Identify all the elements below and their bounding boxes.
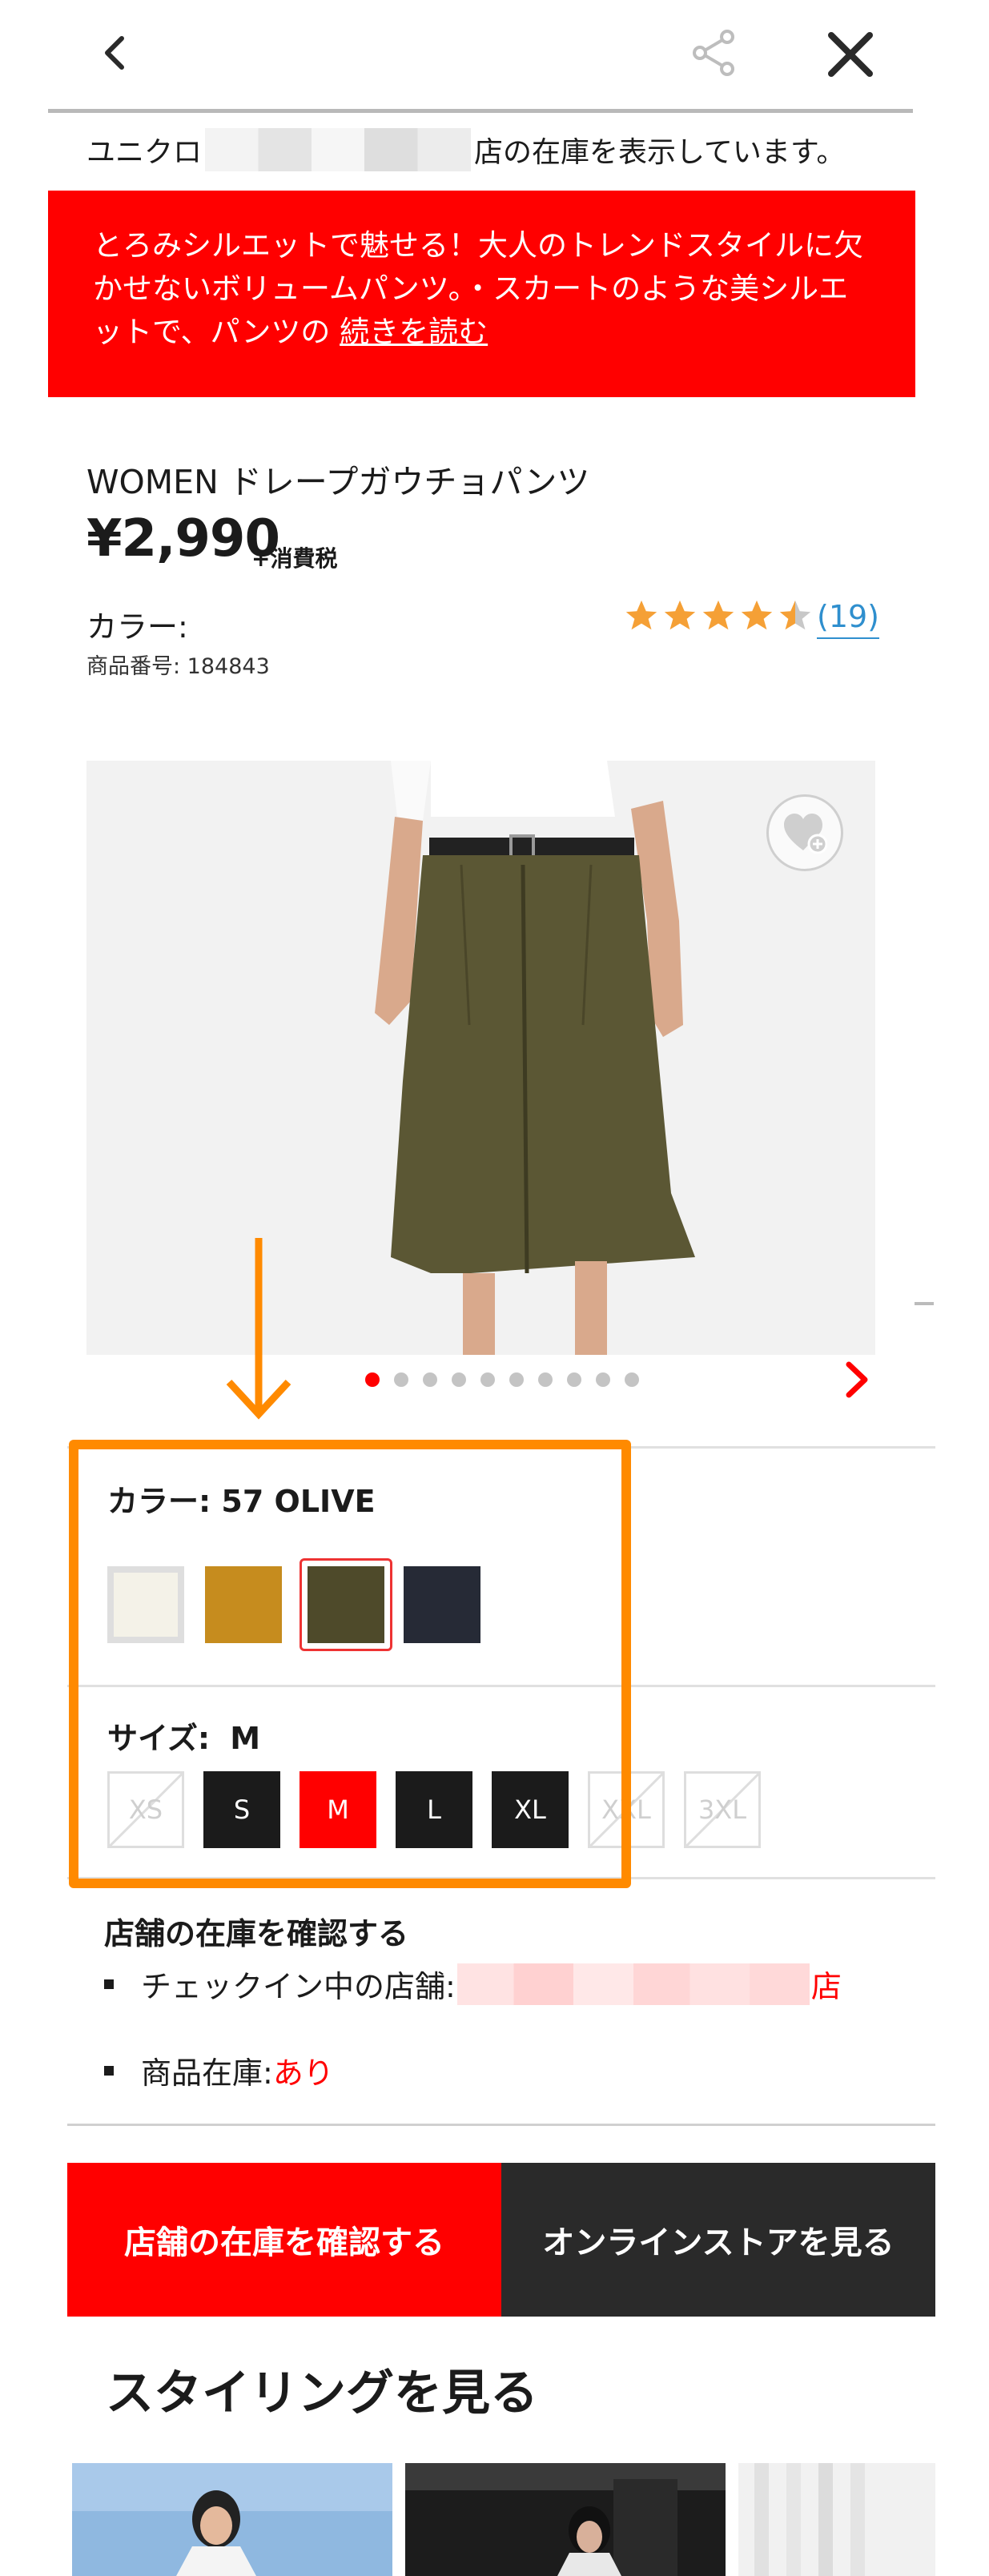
carousel-dots: [365, 1372, 639, 1387]
favorite-button[interactable]: [766, 794, 843, 871]
blurred-store-name: [205, 128, 472, 171]
checkin-label: チェックイン中の店舗:: [141, 1969, 456, 2004]
carousel-dot[interactable]: [394, 1372, 408, 1387]
promo-banner: とろみシルエットで魅せる！大人のトレンドスタイルに欠かせないボリュームパンツ。・…: [48, 191, 915, 397]
header-divider: [48, 109, 913, 113]
carousel-dot[interactable]: [567, 1372, 581, 1387]
gaucho-pants-photo: [86, 761, 875, 1355]
size-option-3xl: 3XL: [684, 1771, 761, 1848]
product-title: WOMEN ドレープガウチョパンツ: [86, 463, 590, 501]
down-arrow-icon: [224, 1238, 293, 1425]
divider: [67, 2124, 935, 2126]
bullet: [104, 1979, 114, 1989]
store-notice-prefix: ユニクロ: [86, 136, 203, 169]
inventory-value: あり: [272, 2056, 334, 2091]
bullet: [104, 2065, 114, 2076]
chevron-left-icon: [105, 36, 124, 70]
selector-highlight-box: [69, 1440, 631, 1888]
carousel-dot[interactable]: [452, 1372, 466, 1387]
next-image-button[interactable]: [841, 1358, 873, 1405]
styling-thumbnail[interactable]: [405, 2463, 726, 2576]
stock-section-title: 店舗の在庫を確認する: [104, 1916, 409, 1951]
read-more-link[interactable]: 続きを読む: [340, 315, 488, 349]
styling-photo: [738, 2463, 935, 2576]
product-image[interactable]: [86, 761, 875, 1355]
product-sku: 商品番号: 184843: [86, 654, 270, 679]
half-star-icon: [779, 600, 811, 630]
styling-photo: [72, 2463, 392, 2576]
carousel-dot[interactable]: [596, 1372, 610, 1387]
check-store-stock-button[interactable]: 店舗の在庫を確認する: [67, 2163, 501, 2317]
product-price: ¥2,990: [86, 509, 280, 569]
back-button[interactable]: [90, 27, 141, 78]
share-icon: [693, 30, 734, 76]
star-icon: [664, 600, 696, 630]
chevron-right-icon: [846, 1361, 868, 1398]
close-button[interactable]: [820, 24, 881, 85]
store-notice: ユニクロ 店の在庫を表示しています。: [86, 128, 845, 171]
carousel-dot[interactable]: [480, 1372, 495, 1387]
checkin-suffix: 店: [810, 1969, 842, 2004]
scroll-indicator: [915, 1302, 934, 1305]
styling-thumbnail[interactable]: [738, 2463, 935, 2576]
inventory-row: 商品在庫: あり: [104, 2048, 334, 2092]
color-label: カラー:: [86, 609, 188, 645]
rating-stars: [623, 597, 814, 634]
styling-thumbnail[interactable]: [72, 2463, 392, 2576]
star-icon: [741, 600, 773, 630]
styling-section-title: スタイリングを見る: [106, 2365, 538, 2421]
carousel-dot[interactable]: [365, 1372, 380, 1387]
star-icon: [702, 600, 734, 630]
carousel-dot[interactable]: [423, 1372, 437, 1387]
check-store-stock-label: 店舗の在庫を確認する: [124, 2224, 444, 2261]
inventory-label: 商品在庫:: [141, 2056, 273, 2091]
close-icon: [828, 32, 873, 77]
online-store-label: オンラインストアを見る: [542, 2224, 895, 2261]
heart-plus-icon: [784, 814, 827, 854]
size-option-label: 3XL: [698, 1794, 747, 1825]
tax-note: +消費税: [251, 545, 338, 572]
checkin-store-row: チェックイン中の店舗: 店: [104, 1962, 842, 2006]
star-icon: [625, 600, 657, 630]
blurred-checkin-store: [456, 1963, 810, 2005]
online-store-button[interactable]: オンラインストアを見る: [501, 2163, 935, 2317]
carousel-dot[interactable]: [509, 1372, 524, 1387]
store-notice-suffix: 店の在庫を表示しています。: [474, 136, 846, 169]
styling-photo: [405, 2463, 726, 2576]
review-count-link[interactable]: (19): [817, 599, 880, 639]
share-button[interactable]: [685, 24, 743, 82]
carousel-dot[interactable]: [625, 1372, 639, 1387]
carousel-dot[interactable]: [538, 1372, 553, 1387]
